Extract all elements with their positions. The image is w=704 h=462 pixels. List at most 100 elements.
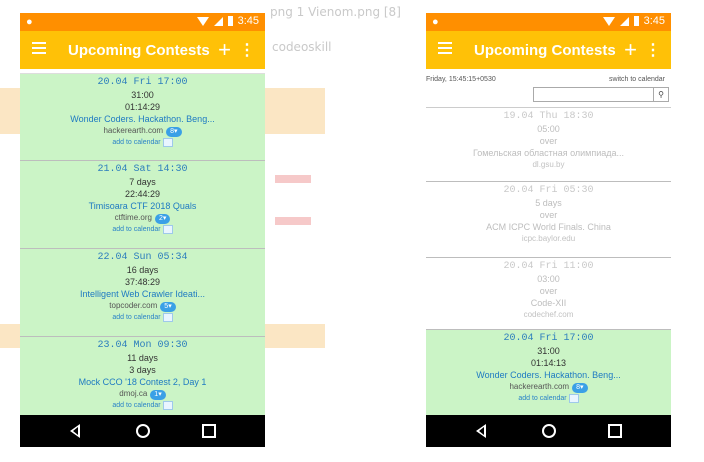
add-icon[interactable]: + <box>218 37 231 63</box>
recent-apps-icon[interactable] <box>608 424 622 438</box>
recent-apps-icon[interactable] <box>202 424 216 438</box>
app-bar: Upcoming Contests + ⋮ <box>426 31 671 69</box>
contest-site[interactable]: ctftime.org <box>115 213 152 222</box>
contest-date: 20.04 Fri 05:30 <box>503 185 594 196</box>
contest-name[interactable]: Code-XII <box>426 297 671 309</box>
contest-countdown: 37:48:29 <box>124 277 161 287</box>
contest-duration: 31:00 <box>131 90 154 100</box>
search-input[interactable] <box>534 94 648 105</box>
location-icon: ● <box>26 16 33 28</box>
contest-countdown: 3 days <box>129 365 156 375</box>
calendar-icon[interactable] <box>162 137 173 147</box>
battery-icon <box>633 16 639 26</box>
contest-list: 20.04 Fri 17:00 31:00 01:14:29 Wonder Co… <box>20 69 265 415</box>
count-badge[interactable]: 8▾ <box>572 383 588 393</box>
contest-card[interactable]: 21.04 Sat 14:30 7 days 22:44:29 Timisoar… <box>20 161 265 249</box>
background-block <box>275 217 311 225</box>
menu-icon[interactable] <box>438 42 452 57</box>
contest-date: 20.04 Fri 17:00 <box>97 77 188 88</box>
menu-icon[interactable] <box>32 42 46 57</box>
count-badge[interactable]: 8▾ <box>166 127 182 137</box>
background-block <box>0 324 20 348</box>
contest-status: over <box>539 136 558 146</box>
signal-icon <box>619 16 629 26</box>
contest-card[interactable]: 20.04 Fri 17:00 31:00 01:14:13 Wonder Co… <box>426 330 671 415</box>
add-to-calendar-link[interactable]: add to calendar <box>112 402 160 409</box>
right-phone: ● 3:45 Upcoming Contests + ⋮ Friday, 15:… <box>426 13 671 447</box>
contest-date: 21.04 Sat 14:30 <box>97 164 188 175</box>
switch-to-calendar-link[interactable]: switch to calendar <box>609 76 665 83</box>
background-block <box>265 88 325 134</box>
contest-name[interactable]: Mock CCO '18 Contest 2, Day 1 <box>20 376 265 388</box>
battery-icon <box>227 16 233 26</box>
contest-duration: 7 days <box>129 177 156 187</box>
background-text: png 1 Vienom.png [8] <box>270 5 401 19</box>
contest-card[interactable]: 19.04 Thu 18:30 05:00 over Гомельская об… <box>426 107 671 182</box>
calendar-icon[interactable] <box>568 393 579 403</box>
contest-name[interactable]: ACM ICPC World Finals. China <box>426 221 671 233</box>
calendar-icon[interactable] <box>162 312 173 322</box>
wifi-icon <box>602 16 615 26</box>
contest-date: 23.04 Mon 09:30 <box>97 340 188 351</box>
back-icon[interactable] <box>70 424 80 438</box>
contest-duration: 5 days <box>535 198 562 208</box>
count-badge[interactable]: 1▾ <box>150 390 166 400</box>
more-icon[interactable]: ⋮ <box>239 40 255 60</box>
nav-bar <box>426 415 671 447</box>
add-to-calendar-link[interactable]: add to calendar <box>112 139 160 146</box>
contest-site[interactable]: topcoder.com <box>109 301 157 310</box>
calendar-icon[interactable] <box>162 400 173 410</box>
contest-card[interactable]: 20.04 Fri 11:00 03:00 over Code-XII code… <box>426 258 671 330</box>
contest-countdown: 01:14:29 <box>124 102 161 112</box>
contest-card[interactable]: 23.04 Mon 09:30 11 days 3 days Mock CCO … <box>20 337 265 415</box>
background-block <box>265 324 325 348</box>
contest-name[interactable]: Intelligent Web Crawler Ideati... <box>20 288 265 300</box>
left-phone: ● 3:45 Upcoming Contests + ⋮ 20.04 Fri 1… <box>20 13 265 447</box>
contest-name[interactable]: Wonder Coders. Hackathon. Beng... <box>20 113 265 125</box>
location-icon: ● <box>432 16 439 28</box>
background-block <box>0 88 20 134</box>
back-icon[interactable] <box>476 424 486 438</box>
contest-site[interactable]: codechef.com <box>426 309 671 321</box>
contest-date: 20.04 Fri 11:00 <box>503 261 594 272</box>
add-to-calendar-link[interactable]: add to calendar <box>112 226 160 233</box>
app-bar: Upcoming Contests + ⋮ <box>20 31 265 69</box>
contest-date: 19.04 Thu 18:30 <box>503 111 594 122</box>
contest-name[interactable]: Гомельская областная олимпиада... <box>426 147 671 159</box>
status-bar: ● 3:45 <box>426 13 671 31</box>
contest-duration: 31:00 <box>537 346 560 356</box>
contest-status: over <box>539 210 558 220</box>
count-badge[interactable]: 5▾ <box>160 302 176 312</box>
add-to-calendar-link[interactable]: add to calendar <box>112 314 160 321</box>
background-block <box>275 175 311 183</box>
contest-name[interactable]: Wonder Coders. Hackathon. Beng... <box>426 369 671 381</box>
contest-site[interactable]: icpc.baylor.edu <box>426 233 671 245</box>
search-box: ⚲ <box>533 87 669 105</box>
contest-countdown: 01:14:13 <box>530 358 567 368</box>
background-text: codeoskill <box>272 40 332 54</box>
more-icon[interactable]: ⋮ <box>645 40 661 60</box>
contest-card[interactable]: 20.04 Fri 05:30 5 days over ACM ICPC Wor… <box>426 182 671 258</box>
contest-duration: 11 days <box>127 353 158 363</box>
list-toolbar: Friday, 15:45:15+0530 switch to calendar… <box>426 69 671 105</box>
contest-site[interactable]: dl.gsu.by <box>426 159 671 171</box>
contest-list: Friday, 15:45:15+0530 switch to calendar… <box>426 69 671 415</box>
home-icon[interactable] <box>136 424 150 438</box>
calendar-icon[interactable] <box>162 224 173 234</box>
status-time: 3:45 <box>643 15 665 27</box>
contest-site[interactable]: hackerearth.com <box>509 382 569 391</box>
contest-site[interactable]: hackerearth.com <box>103 126 163 135</box>
add-to-calendar-link[interactable]: add to calendar <box>518 395 566 402</box>
count-badge[interactable]: 2▾ <box>154 214 171 224</box>
app-title: Upcoming Contests <box>474 42 616 59</box>
search-icon[interactable]: ⚲ <box>653 88 668 101</box>
contest-site[interactable]: dmoj.ca <box>119 389 147 398</box>
home-icon[interactable] <box>542 424 556 438</box>
contest-card[interactable]: 20.04 Fri 17:00 31:00 01:14:29 Wonder Co… <box>20 74 265 161</box>
contest-countdown: 22:44:29 <box>124 189 161 199</box>
contest-card[interactable]: 22.04 Sun 05:34 16 days 37:48:29 Intelli… <box>20 249 265 337</box>
contest-name[interactable]: Timisoara CTF 2018 Quals <box>20 200 265 212</box>
status-bar: ● 3:45 <box>20 13 265 31</box>
contest-date: 20.04 Fri 17:00 <box>503 333 594 344</box>
add-icon[interactable]: + <box>624 37 637 63</box>
